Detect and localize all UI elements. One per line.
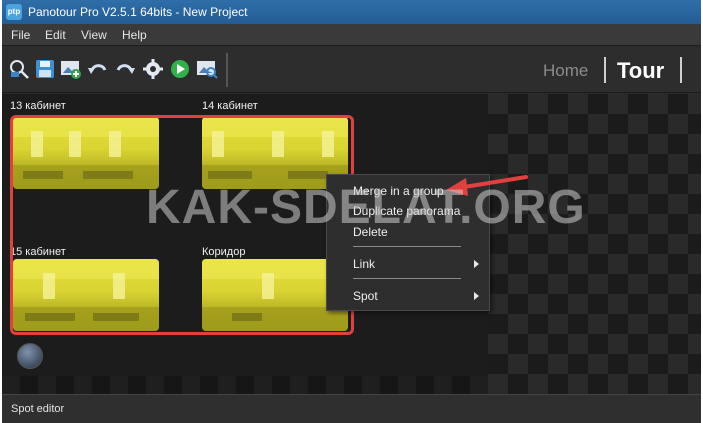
menu-item-duplicate-panorama[interactable]: Duplicate panorama	[353, 204, 460, 218]
preview-icon[interactable]	[196, 58, 218, 80]
submenu-arrow-icon	[474, 260, 479, 268]
panorama-label-3: 15 кабинет	[10, 246, 66, 258]
app-window: ptp Panotour Pro V2.5.1 64bits - New Pro…	[2, 0, 701, 423]
menu-help[interactable]: Help	[122, 28, 147, 42]
status-bar: Spot editor	[2, 394, 701, 423]
app-logo-icon: ptp	[6, 4, 22, 20]
menu-item-link[interactable]: Link	[353, 257, 375, 271]
submenu-arrow-icon	[474, 292, 479, 300]
globe-icon[interactable]	[17, 343, 43, 369]
title-bar: ptp Panotour Pro V2.5.1 64bits - New Pro…	[2, 0, 701, 24]
find-panorama-icon[interactable]	[8, 58, 30, 80]
status-label: Spot editor	[11, 403, 65, 415]
save-icon[interactable]	[34, 58, 56, 80]
window-title: Panotour Pro V2.5.1 64bits - New Project	[28, 5, 248, 19]
undo-icon[interactable]	[87, 58, 109, 80]
panorama-thumbnail-1[interactable]	[13, 117, 159, 189]
nav-tour[interactable]: Tour	[617, 58, 664, 84]
nav-divider	[680, 57, 682, 83]
viewer-background	[488, 94, 701, 394]
menu-file[interactable]: File	[11, 28, 30, 42]
redo-icon[interactable]	[114, 58, 136, 80]
menu-separator	[353, 246, 461, 247]
menu-edit[interactable]: Edit	[45, 28, 66, 42]
toolbar: Home Tour	[2, 47, 701, 93]
context-menu: Merge in a group Duplicate panorama Dele…	[326, 174, 490, 311]
nav-divider	[604, 57, 606, 83]
panorama-label-4: Коридор	[202, 246, 246, 258]
play-icon[interactable]	[169, 58, 191, 80]
panorama-label-2: 14 кабинет	[202, 100, 258, 112]
settings-gear-icon[interactable]	[142, 58, 164, 80]
panel-footer-background	[2, 376, 488, 394]
menu-separator	[353, 278, 461, 279]
menu-view[interactable]: View	[81, 28, 107, 42]
panorama-thumbnail-3[interactable]	[13, 259, 159, 331]
panorama-label-1: 13 кабинет	[10, 100, 66, 112]
add-panorama-icon[interactable]	[60, 58, 82, 80]
menu-item-delete[interactable]: Delete	[353, 225, 388, 239]
nav-home[interactable]: Home	[543, 61, 588, 81]
menu-bar: File Edit View Help	[2, 24, 701, 46]
toolbar-divider	[226, 53, 228, 87]
menu-item-merge-in-group[interactable]: Merge in a group	[353, 184, 444, 198]
menu-item-spot[interactable]: Spot	[353, 289, 378, 303]
